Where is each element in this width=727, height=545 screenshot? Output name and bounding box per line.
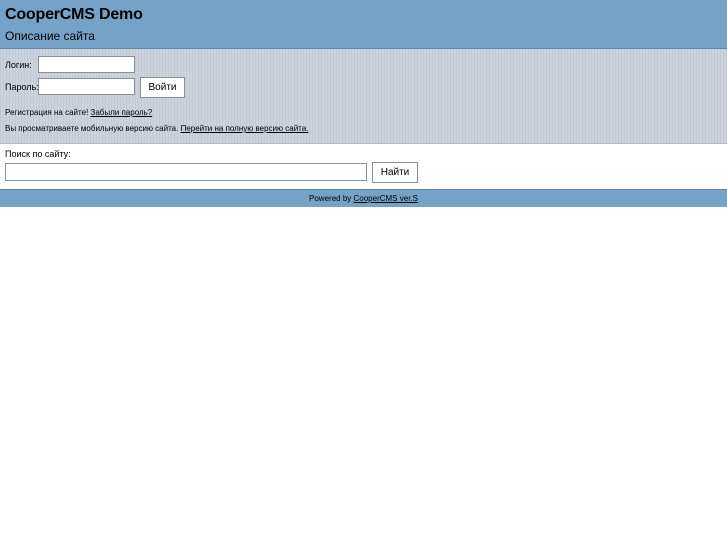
password-input[interactable] [38,78,135,95]
powered-by-text: Powered by [309,194,352,203]
login-button[interactable]: Войти [140,77,185,98]
full-version-link[interactable]: Перейти на полную версию сайта. [181,124,309,133]
mobile-notice-text: Вы просматриваете мобильную версию сайта… [5,124,179,133]
search-input[interactable] [5,163,367,181]
search-section: Поиск по сайту: Найти [0,144,727,189]
register-line: Регистрация на сайте! Забыли пароль? [5,108,152,117]
password-label: Пароль: [5,82,39,92]
forgot-password-link[interactable]: Забыли пароль? [90,108,152,117]
search-button[interactable]: Найти [372,162,418,183]
login-input[interactable] [38,56,135,73]
site-header: CooperCMS Demo Описание сайта [0,0,727,49]
site-description: Описание сайта [5,29,95,43]
mobile-notice-line: Вы просматриваете мобильную версию сайта… [5,124,308,133]
search-label: Поиск по сайту: [5,149,71,159]
coopercms-link[interactable]: CooperCMS ver.S [354,194,418,203]
site-title[interactable]: CooperCMS Demo [5,6,143,24]
register-text: Регистрация на сайте! [5,108,89,117]
login-label: Логин: [5,60,32,70]
login-panel: Логин: Пароль: Войти Регистрация на сайт… [0,49,727,144]
site-footer: Powered by CooperCMS ver.S [0,189,727,207]
